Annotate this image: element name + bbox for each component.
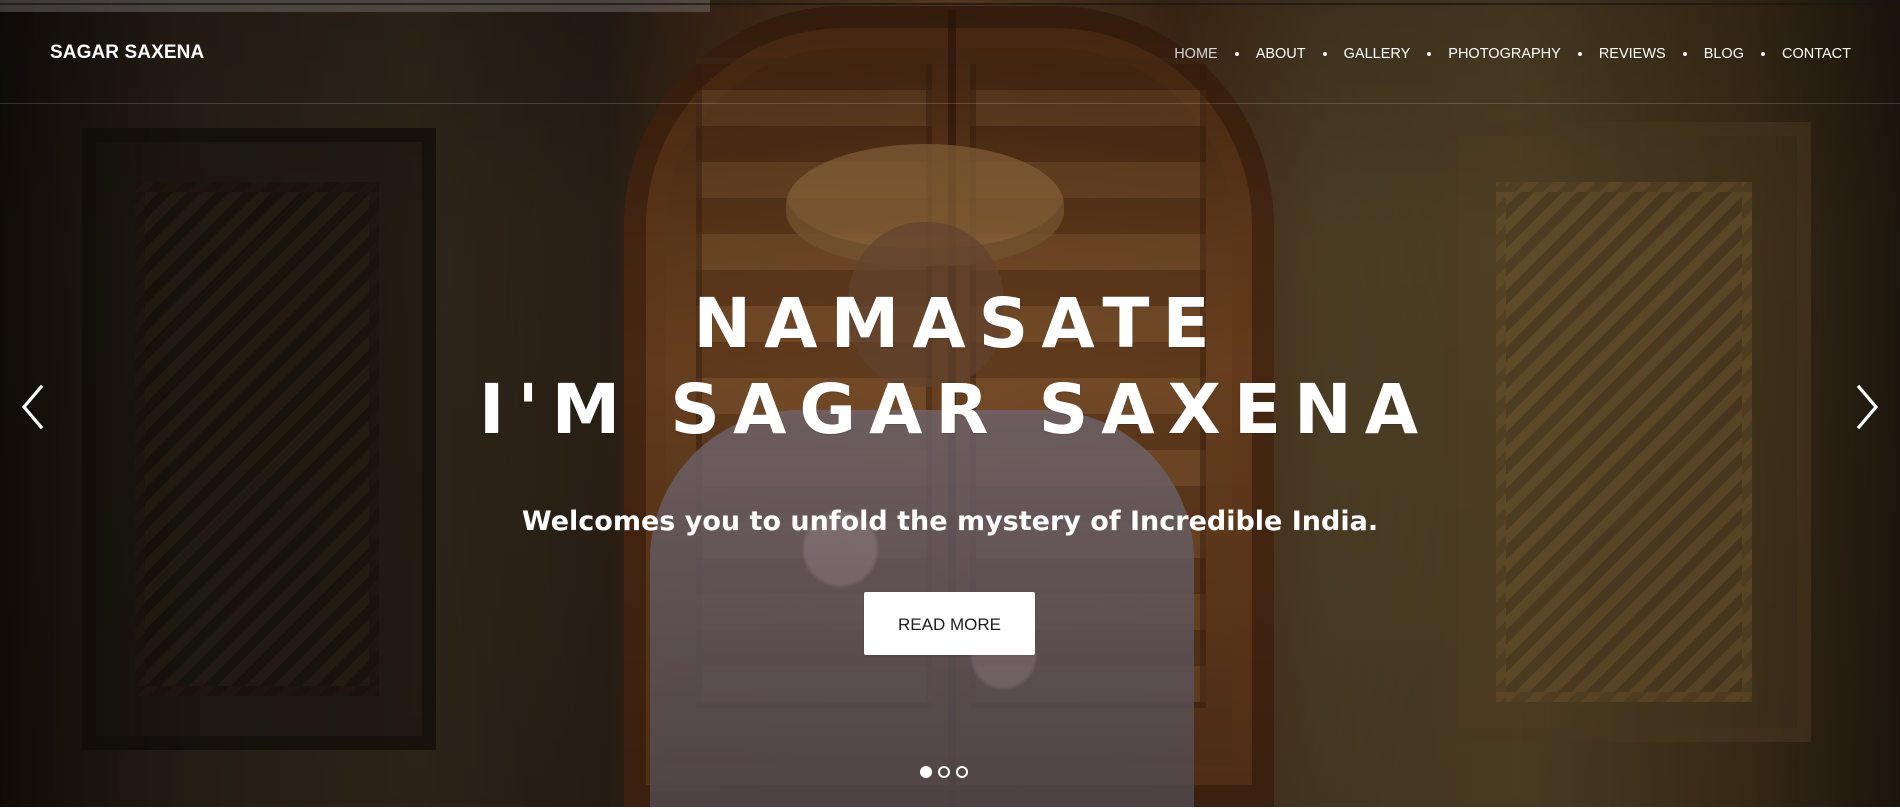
slide-dot-1[interactable]: [920, 766, 932, 778]
next-slide-button[interactable]: [1850, 383, 1884, 431]
nav-link-reviews[interactable]: REVIEWS: [1599, 44, 1666, 64]
nav-separator-dot: [1577, 52, 1582, 56]
slide-dot-2[interactable]: [938, 766, 950, 778]
nav-link-about[interactable]: ABOUT: [1256, 44, 1306, 64]
nav-item-gallery: GALLERY: [1344, 44, 1449, 64]
header-divider: [0, 103, 1900, 104]
hero-headline-line-two: I'M SAGAR SAXENA: [478, 370, 1432, 450]
nav-separator-dot: [1760, 52, 1765, 56]
nav-link-blog[interactable]: BLOG: [1704, 44, 1744, 64]
previous-slide-button[interactable]: [16, 383, 50, 431]
nav-link-gallery[interactable]: GALLERY: [1344, 44, 1411, 64]
site-brand[interactable]: SAGAR SAXENA: [50, 41, 204, 65]
hero-content: NAMASATE I'M SAGAR SAXENA Welcomes you t…: [0, 281, 1900, 539]
nav-item-blog: BLOG: [1704, 44, 1782, 64]
main-navigation: HOME ABOUT GALLERY PHOTOGRAPHY REVIEWS B…: [1174, 43, 1851, 65]
nav-separator-dot: [1427, 52, 1432, 56]
read-more-button[interactable]: READ MORE: [864, 592, 1035, 655]
nav-separator-dot: [1682, 52, 1687, 56]
nav-link-photography[interactable]: PHOTOGRAPHY: [1448, 44, 1561, 64]
nav-item-photography: PHOTOGRAPHY: [1448, 44, 1599, 64]
nav-separator-dot: [1322, 52, 1327, 56]
nav-item-reviews: REVIEWS: [1599, 44, 1704, 64]
nav-item-about: ABOUT: [1256, 44, 1344, 64]
chevron-right-icon: [1856, 384, 1879, 430]
nav-separator-dot: [1234, 52, 1239, 56]
nav-item-contact: CONTACT: [1782, 44, 1851, 64]
nav-link-home[interactable]: HOME: [1174, 44, 1218, 64]
hero-headline-line-one: NAMASATE: [693, 284, 1223, 364]
nav-link-contact[interactable]: CONTACT: [1782, 44, 1851, 64]
nav-item-home: HOME: [1174, 44, 1256, 64]
site-header: SAGAR SAXENA HOME ABOUT GALLERY PHOTOGRA…: [0, 0, 1900, 104]
slide-dot-3[interactable]: [956, 766, 968, 778]
hero-subtitle: Welcomes you to unfold the mystery of In…: [521, 506, 1379, 537]
chevron-left-icon: [21, 384, 44, 430]
slide-pagination: [920, 766, 968, 778]
